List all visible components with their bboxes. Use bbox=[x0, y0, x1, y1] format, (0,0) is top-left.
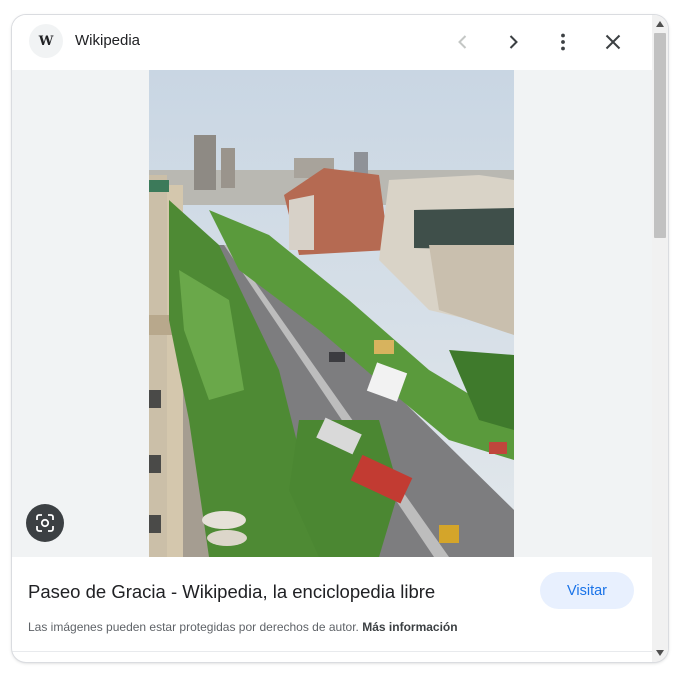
image-viewer bbox=[12, 70, 652, 557]
close-button[interactable] bbox=[596, 25, 630, 59]
triangle-up-icon bbox=[656, 21, 664, 27]
more-vert-icon bbox=[561, 33, 565, 51]
close-icon bbox=[605, 34, 621, 50]
scroll-up-arrow[interactable] bbox=[655, 19, 665, 29]
scroll-down-arrow[interactable] bbox=[655, 648, 665, 658]
copyright-notice: Las imágenes pueden estar protegidas por… bbox=[28, 620, 458, 634]
lens-search-button[interactable] bbox=[26, 504, 64, 542]
site-initial: W bbox=[38, 33, 54, 49]
site-favicon[interactable]: W bbox=[29, 24, 63, 58]
result-image[interactable] bbox=[149, 70, 514, 557]
result-title-link[interactable]: Paseo de Gracia - Wikipedia, la enciclop… bbox=[28, 581, 435, 603]
next-button[interactable] bbox=[496, 25, 530, 59]
panel-header: W Wikipedia bbox=[12, 15, 652, 70]
google-lens-icon bbox=[36, 514, 54, 532]
previous-button[interactable] bbox=[446, 25, 480, 59]
chevron-right-icon bbox=[509, 35, 518, 49]
more-options-button[interactable] bbox=[546, 25, 580, 59]
image-preview-panel: W Wikipedia Paseo de Gracia - Wikipedia,… bbox=[12, 15, 668, 662]
site-name[interactable]: Wikipedia bbox=[75, 32, 140, 49]
copyright-text: Las imágenes pueden estar protegidas por… bbox=[28, 620, 359, 634]
triangle-down-icon bbox=[656, 650, 664, 656]
more-info-link[interactable]: Más información bbox=[362, 620, 457, 634]
chevron-left-icon bbox=[458, 35, 467, 49]
divider bbox=[12, 651, 652, 652]
visit-button[interactable]: Visitar bbox=[540, 572, 634, 609]
scrollbar-thumb[interactable] bbox=[654, 33, 666, 238]
street-photo bbox=[149, 70, 514, 557]
